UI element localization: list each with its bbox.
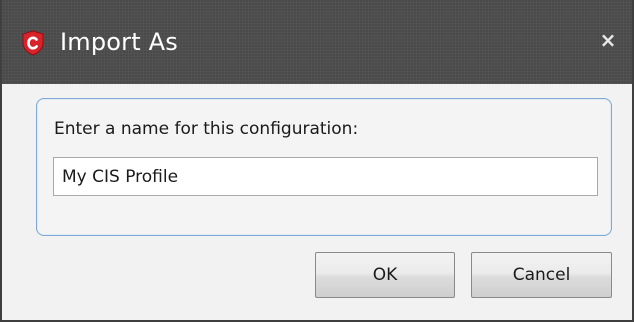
cancel-button[interactable]: Cancel [471, 252, 612, 298]
title-bar[interactable]: Import As × [2, 0, 632, 84]
configuration-name-input[interactable] [53, 157, 598, 196]
ok-button[interactable]: OK [315, 252, 455, 298]
prompt-label: Enter a name for this configuration: [54, 119, 359, 139]
import-as-dialog: Import As × Enter a name for this config… [0, 0, 634, 322]
dialog-title: Import As [60, 28, 179, 56]
comodo-shield-icon [22, 30, 44, 56]
close-icon[interactable]: × [598, 30, 618, 50]
